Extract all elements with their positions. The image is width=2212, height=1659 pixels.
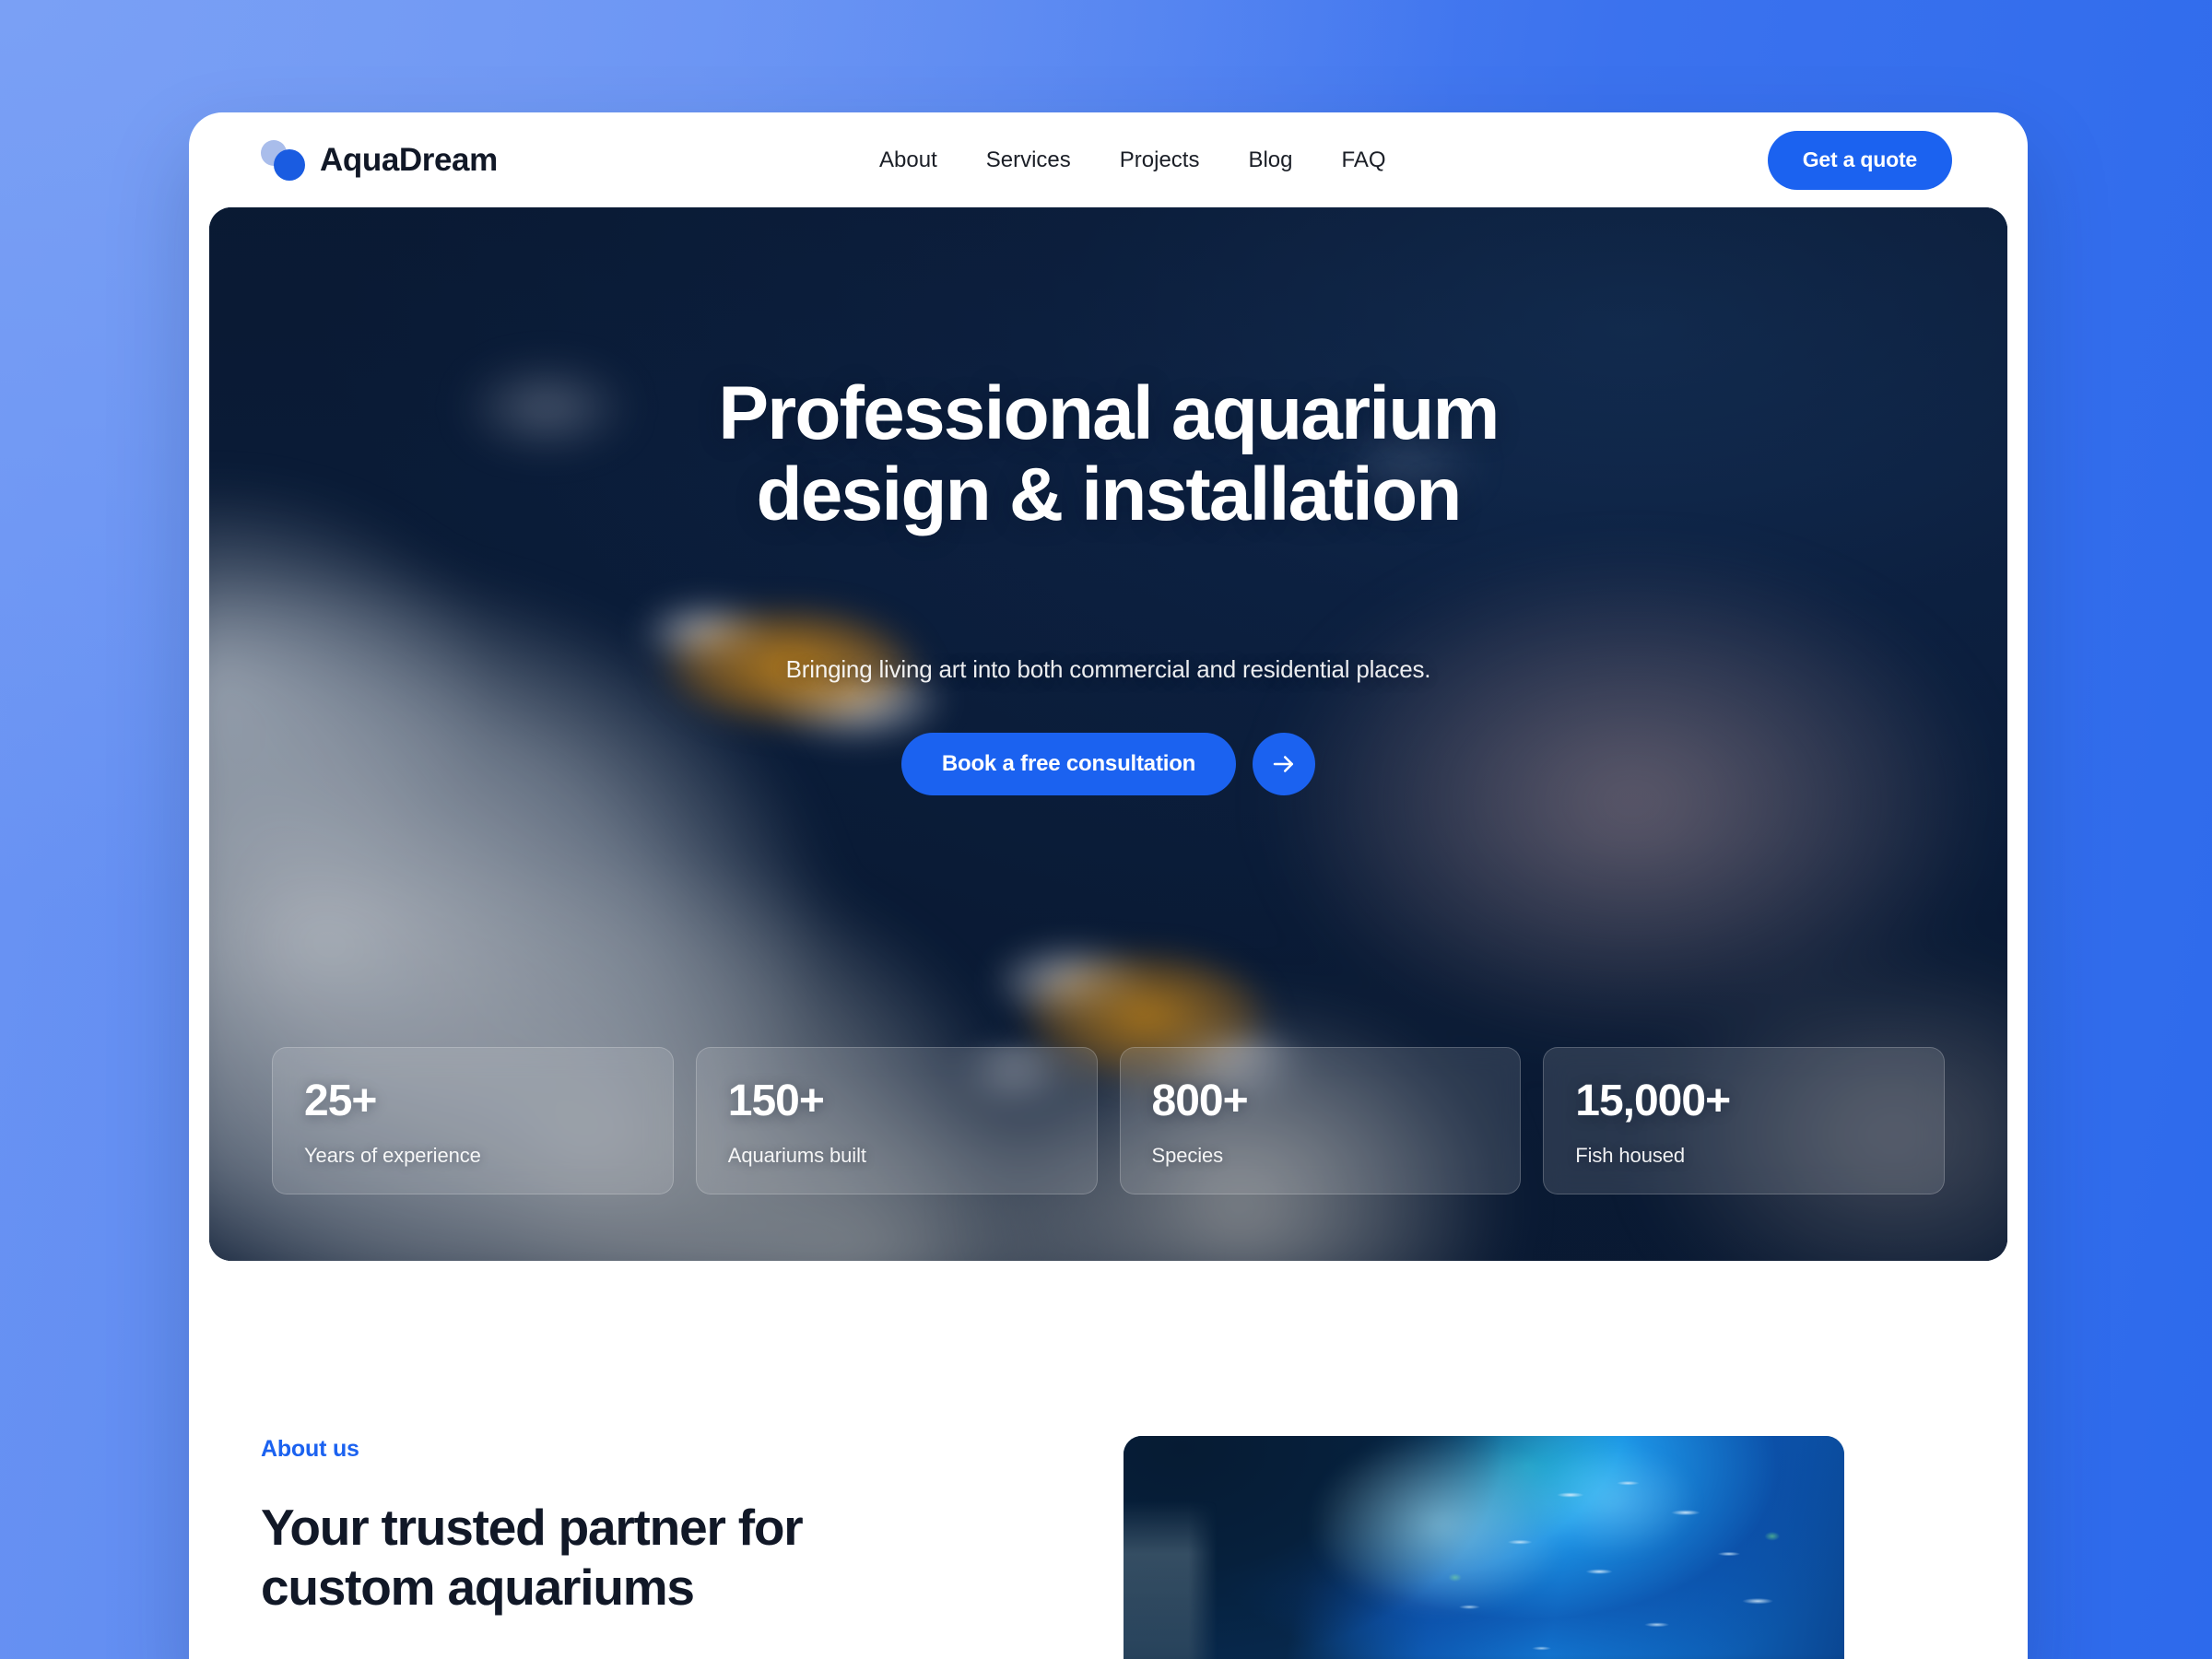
desktop-background: AquaDream About Services Projects Blog F… xyxy=(0,0,2212,1659)
hero-title-line-2: design & installation xyxy=(756,452,1462,536)
nav-item-blog[interactable]: Blog xyxy=(1248,147,1292,173)
hero-stats: 25+ Years of experience 150+ Aquariums b… xyxy=(272,1047,1945,1194)
stat-value: 25+ xyxy=(304,1077,377,1125)
nav-item-projects[interactable]: Projects xyxy=(1120,147,1200,173)
nav-item-services[interactable]: Services xyxy=(986,147,1071,173)
stat-value: 15,000+ xyxy=(1575,1077,1731,1125)
two-circles-logo-icon xyxy=(261,139,305,181)
about-section: About us Your trusted partner for custom… xyxy=(189,1261,2028,1659)
stat-card: 25+ Years of experience xyxy=(272,1047,674,1194)
stat-label: Years of experience xyxy=(304,1144,481,1167)
stat-value: 800+ xyxy=(1151,1077,1249,1125)
stat-label: Species xyxy=(1151,1144,1224,1167)
about-eyebrow: About us xyxy=(261,1436,359,1462)
nav-item-about[interactable]: About xyxy=(879,147,937,173)
about-aquarium-image xyxy=(1124,1436,1844,1659)
brand-logo[interactable]: AquaDream xyxy=(261,139,498,181)
get-a-quote-button[interactable]: Get a quote xyxy=(1767,130,1952,190)
stat-label: Aquariums built xyxy=(727,1144,866,1167)
stat-card: 15,000+ Fish housed xyxy=(1543,1047,1945,1194)
hero-section: Professional aquarium design & installat… xyxy=(209,207,2007,1261)
brand-name: AquaDream xyxy=(320,141,498,178)
page-container: AquaDream About Services Projects Blog F… xyxy=(189,112,2028,1659)
about-text-column: About us Your trusted partner for custom… xyxy=(189,1436,926,1659)
hero-actions: Book a free consultation xyxy=(209,733,2007,795)
about-image-column xyxy=(1124,1436,2028,1659)
main-navigation: About Services Projects Blog FAQ xyxy=(879,147,1386,173)
hero-title-line-1: Professional aquarium xyxy=(718,371,1500,455)
hero-title: Professional aquarium design & installat… xyxy=(209,373,2007,535)
book-consultation-button[interactable]: Book a free consultation xyxy=(900,733,1237,795)
stat-value: 150+ xyxy=(727,1077,825,1125)
stat-card: 150+ Aquariums built xyxy=(695,1047,1098,1194)
stat-label: Fish housed xyxy=(1575,1144,1686,1167)
logo-circle-dark xyxy=(274,148,305,181)
arrow-right-icon xyxy=(1273,756,1294,772)
about-title: Your trusted partner for custom aquarium… xyxy=(261,1498,926,1618)
stat-card: 800+ Species xyxy=(1119,1047,1522,1194)
about-title-line-1: Your trusted partner for xyxy=(261,1499,804,1556)
site-header: AquaDream About Services Projects Blog F… xyxy=(189,112,2028,207)
hero-subtitle: Bringing living art into both commercial… xyxy=(785,655,1431,683)
arrow-right-icon-button[interactable] xyxy=(1253,733,1316,795)
about-title-line-2: custom aquariums xyxy=(261,1558,695,1616)
nav-item-faq[interactable]: FAQ xyxy=(1342,147,1386,173)
